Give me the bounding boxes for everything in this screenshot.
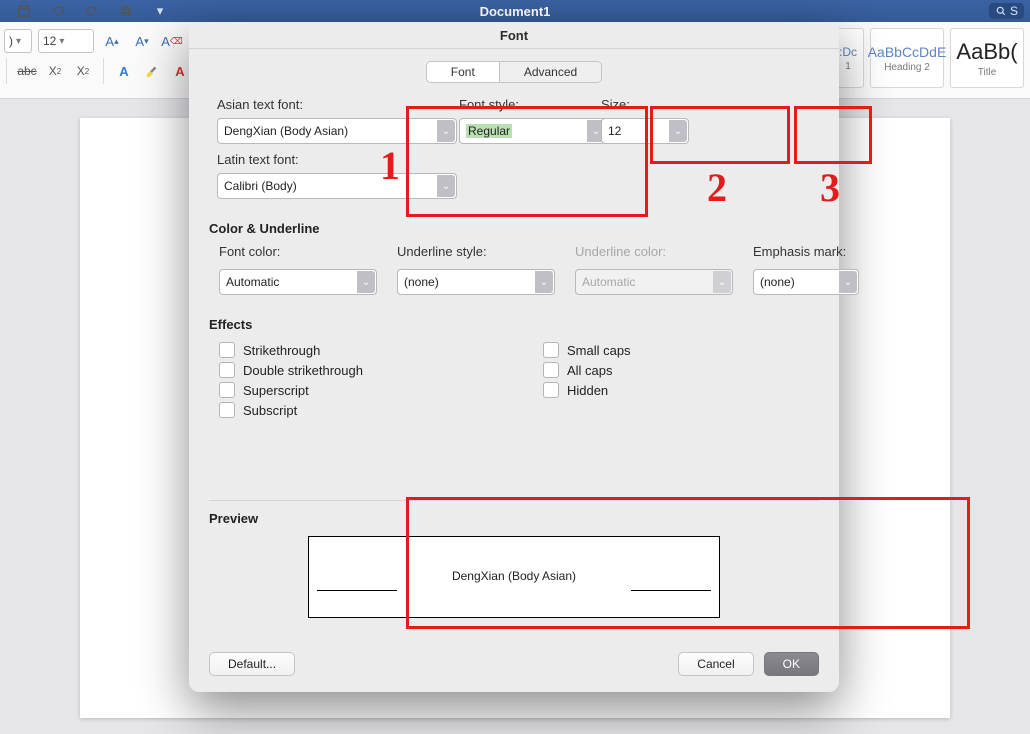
tab-strip: Font Advanced [426,61,602,83]
ok-button[interactable]: OK [764,652,819,676]
asian-font-label: Asian text font: [217,97,437,112]
latin-font-combo[interactable]: Calibri (Body)⌄ [217,173,457,199]
dialog-title: Font [189,22,839,49]
shrink-font-icon[interactable]: A▾ [130,30,154,52]
style-heading2[interactable]: AaBbCcDdE Heading 2 [870,28,944,88]
tab-advanced[interactable]: Advanced [499,62,601,82]
font-color-combo[interactable]: Automatic⌄ [219,269,377,295]
chk-double-strike[interactable]: Double strikethrough [219,360,363,380]
tab-font[interactable]: Font [427,62,499,82]
grow-font-icon[interactable]: A▴ [100,30,124,52]
underline-color-combo: Automatic⌄ [575,269,733,295]
default-button[interactable]: Default... [209,652,295,676]
font-style-combo[interactable]: Regular⌄ [459,118,607,144]
text-effects-icon[interactable]: A [114,62,134,80]
superscript-icon[interactable]: X2 [73,62,93,80]
chk-small-caps[interactable]: Small caps [543,340,631,360]
preview-title: Preview [209,511,819,526]
latin-font-label: Latin text font: [217,152,437,167]
emphasis-combo[interactable]: (none)⌄ [753,269,859,295]
underline-style-label: Underline style: [397,244,555,259]
size-combo[interactable]: 12⌄ [601,118,689,144]
style-title[interactable]: AaBb( Title [950,28,1024,88]
window-title: Document1 [0,4,1030,19]
font-color-label: Font color: [219,244,377,259]
chk-superscript[interactable]: Superscript [219,380,363,400]
chk-hidden[interactable]: Hidden [543,380,631,400]
font-color-icon[interactable]: A [170,62,190,80]
emphasis-label: Emphasis mark: [753,244,859,259]
effects-title: Effects [209,317,819,332]
underline-color-label: Underline color: [575,244,733,259]
highlight-icon[interactable] [142,62,162,80]
font-dialog: Font Font Advanced Asian text font: Deng… [189,22,839,692]
subscript-icon[interactable]: X2 [45,62,65,80]
chk-subscript[interactable]: Subscript [219,400,363,420]
underline-style-combo[interactable]: (none)⌄ [397,269,555,295]
preview-box: DengXian (Body Asian) [308,536,720,618]
cancel-button[interactable]: Cancel [678,652,753,676]
font-style-label: Font style: [459,97,587,112]
clear-format-icon[interactable]: A⌫ [160,30,184,52]
font-size-combo[interactable]: 12▾ [38,29,94,53]
strikethrough-icon[interactable]: abc [17,62,37,80]
size-label: Size: [601,97,671,112]
chk-all-caps[interactable]: All caps [543,360,631,380]
asian-font-combo[interactable]: DengXian (Body Asian)⌄ [217,118,457,144]
preview-text: DengXian (Body Asian) [309,569,719,583]
font-name-combo[interactable]: )▾ [4,29,32,53]
app-titlebar: ▾ Document1 S [0,0,1030,22]
chk-strikethrough[interactable]: Strikethrough [219,340,363,360]
color-underline-title: Color & Underline [209,221,819,236]
